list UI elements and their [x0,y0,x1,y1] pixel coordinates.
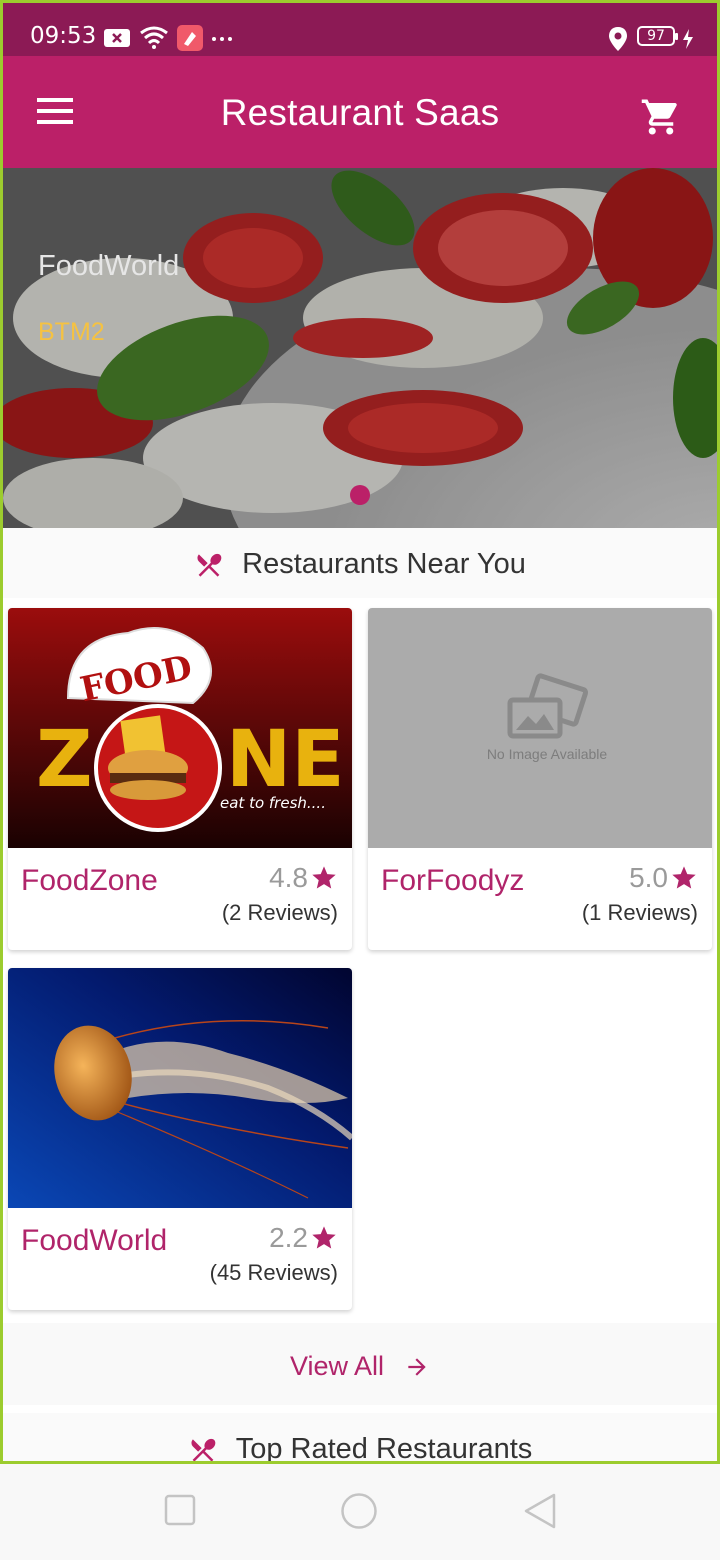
review-count: (1 Reviews) [581,900,698,925]
image-text-z: Z [36,715,93,805]
app-icon [177,25,203,51]
restaurant-card-foodworld[interactable]: FoodWorld 2.2 (45 Reviews) [8,968,352,1310]
view-all-bar: View All [3,1323,717,1405]
restaurant-card-foodzone[interactable]: FOOD Z NE eat to fresh.... FoodZone 4.8 … [8,608,352,950]
rating-value: 2.2 [269,1222,308,1253]
rating-value: 5.0 [629,862,668,893]
system-nav-bar [0,1464,720,1560]
top-rated-header: Top Rated Restaurants [3,1413,717,1464]
restaurant-image: FOOD Z NE eat to fresh.... [8,608,352,848]
hero-restaurant-area: BTM2 [38,318,105,346]
view-all-button[interactable]: View All [3,1351,717,1382]
view-all-label: View All [289,1351,385,1381]
recent-apps-icon[interactable] [164,1494,196,1526]
app-frame: 09:53 97 Restaurant Saas FoodWorld BTM2 … [0,0,720,1464]
wifi-icon [140,26,168,49]
restaurant-image [8,968,352,1208]
review-count: (2 Reviews) [221,900,338,925]
star-icon [312,866,336,889]
restaurant-card-forfoodyz[interactable]: No Image Available ForFoodyz 5.0 (1 Revi… [368,608,712,950]
top-rated-title: Top Rated Restaurants [235,1433,533,1464]
app-title: Restaurant Saas [220,92,500,133]
star-icon [312,1226,336,1249]
near-you-title: Restaurants Near You [242,548,526,580]
restaurant-rating: 5.0 (1 Reviews) [582,862,698,926]
near-you-header: Restaurants Near You [3,528,717,598]
home-icon[interactable] [340,1492,378,1530]
hero-food-image [3,168,717,528]
location-icon [609,27,627,51]
back-icon[interactable] [522,1492,558,1530]
restaurant-rating: 2.2 (45 Reviews) [210,1222,338,1286]
status-bar: 09:53 97 [3,3,717,56]
app-bar: Restaurant Saas [3,56,717,168]
more-dots-icon [212,37,232,41]
review-count: (45 Reviews) [209,1260,338,1285]
restaurant-name: FoodWorld [21,1224,168,1257]
restaurant-name: ForFoodyz [381,864,525,897]
star-icon [672,866,696,889]
restaurant-rating: 4.8 (2 Reviews) [222,862,338,926]
no-image-icon [507,673,589,739]
shopping-cart-icon[interactable] [639,96,683,138]
hero-restaurant-name: FoodWorld [38,250,180,282]
no-image-text: No Image Available [487,746,608,762]
battery-indicator: 97 [637,26,678,46]
restaurant-utensils-icon [197,553,222,577]
carousel-indicator-dot[interactable] [350,485,370,505]
image-text-ne: NE [226,715,345,805]
image-tagline: eat to fresh.... [220,794,326,812]
arrow-right-icon [408,1357,426,1376]
hero-carousel[interactable]: FoodWorld BTM2 [3,168,717,528]
restaurant-name: FoodZone [21,864,158,897]
restaurant-image-placeholder: No Image Available [368,608,712,848]
charging-icon [683,29,693,49]
restaurant-utensils-icon [191,1438,216,1461]
rating-value: 4.8 [269,862,308,893]
status-time: 09:53 [30,23,97,49]
notification-x-icon [104,29,130,47]
